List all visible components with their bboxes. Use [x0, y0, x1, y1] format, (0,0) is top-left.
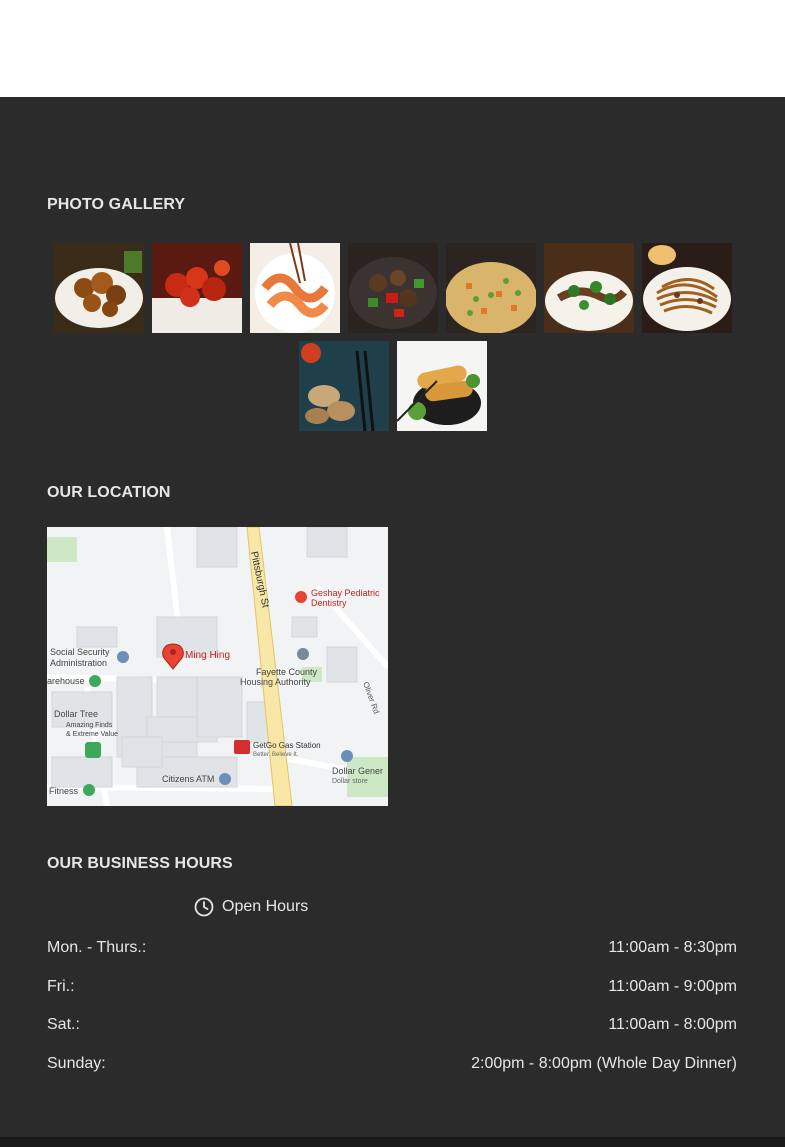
map-poi-getgo: GetGo Gas Station	[253, 741, 321, 750]
map-poi-housing-line2: Housing Authority	[240, 677, 311, 687]
gallery-photo-8[interactable]	[299, 341, 389, 431]
open-hours-label: Open Hours	[222, 898, 309, 915]
gallery-photo-2[interactable]	[152, 243, 242, 333]
hours-day: Mon. - Thurs.:	[47, 939, 147, 956]
location-title: OUR LOCATION	[47, 484, 171, 501]
hours-row: Sunday: 2:00pm - 8:00pm (Whole Day Dinne…	[47, 1055, 737, 1073]
map-poi-ssa: Social Security	[50, 647, 110, 657]
gallery-photo-6[interactable]	[544, 243, 634, 333]
gallery-photo-3[interactable]	[250, 243, 340, 333]
gallery-photo-7[interactable]	[642, 243, 732, 333]
gallery-photo-1[interactable]	[54, 243, 144, 333]
gallery-photo-9[interactable]	[397, 341, 487, 431]
top-white-area	[0, 0, 785, 97]
hours-time: 11:00am - 8:00pm	[608, 1016, 737, 1033]
map-poi-fitness: Fitness	[49, 786, 79, 796]
hours-time: 11:00am - 9:00pm	[608, 978, 737, 995]
map-poi-geshay: Geshay Pediatric	[311, 588, 380, 598]
hours-row: Sat.: 11:00am - 8:00pm	[47, 1016, 737, 1034]
location-map[interactable]: Pittsburgh St Oliver Rd Geshay Pediatric…	[47, 527, 388, 806]
hours-day: Sunday:	[47, 1055, 106, 1072]
hours-time: 11:00am - 8:30pm	[608, 939, 737, 956]
map-poi-dollar-general: Dollar Gener	[332, 766, 383, 776]
hours-day: Fri.:	[47, 978, 75, 995]
map-poi-ssa-line2: Administration	[50, 658, 107, 668]
hours-title: OUR BUSINESS HOURS	[47, 855, 233, 872]
map-poi-dollar-tree: Dollar Tree	[54, 709, 98, 719]
map-poi-geshay-line2: Dentistry	[311, 598, 347, 608]
gallery-title: PHOTO GALLERY	[47, 196, 186, 213]
hours-row: Fri.: 11:00am - 9:00pm	[47, 978, 737, 996]
map-poi-dollar-tree-line3: & Extreme Value	[66, 731, 118, 738]
map-poi-dollar-tree-line2: Amazing Finds	[66, 722, 113, 729]
map-poi-warehouse: arehouse	[47, 676, 85, 686]
clock-icon	[194, 897, 214, 917]
hours-row: Mon. - Thurs.: 11:00am - 8:30pm	[47, 939, 737, 957]
map-poi-getgo-line2: Better. Believe It.	[253, 752, 299, 758]
map-pin-label: Ming Hing	[185, 650, 230, 661]
footer-bar	[0, 1137, 785, 1147]
map-poi-dollar-general-line2: Dollar store	[332, 778, 368, 785]
gallery-photo-5[interactable]	[446, 243, 536, 333]
map-poi-citizens: Citizens ATM	[162, 774, 214, 784]
open-hours-header: Open Hours	[194, 897, 308, 917]
hours-time: 2:00pm - 8:00pm (Whole Day Dinner)	[471, 1055, 737, 1072]
hours-day: Sat.:	[47, 1016, 80, 1033]
gallery-photo-4[interactable]	[348, 243, 438, 333]
map-poi-housing: Fayette County	[256, 667, 318, 677]
